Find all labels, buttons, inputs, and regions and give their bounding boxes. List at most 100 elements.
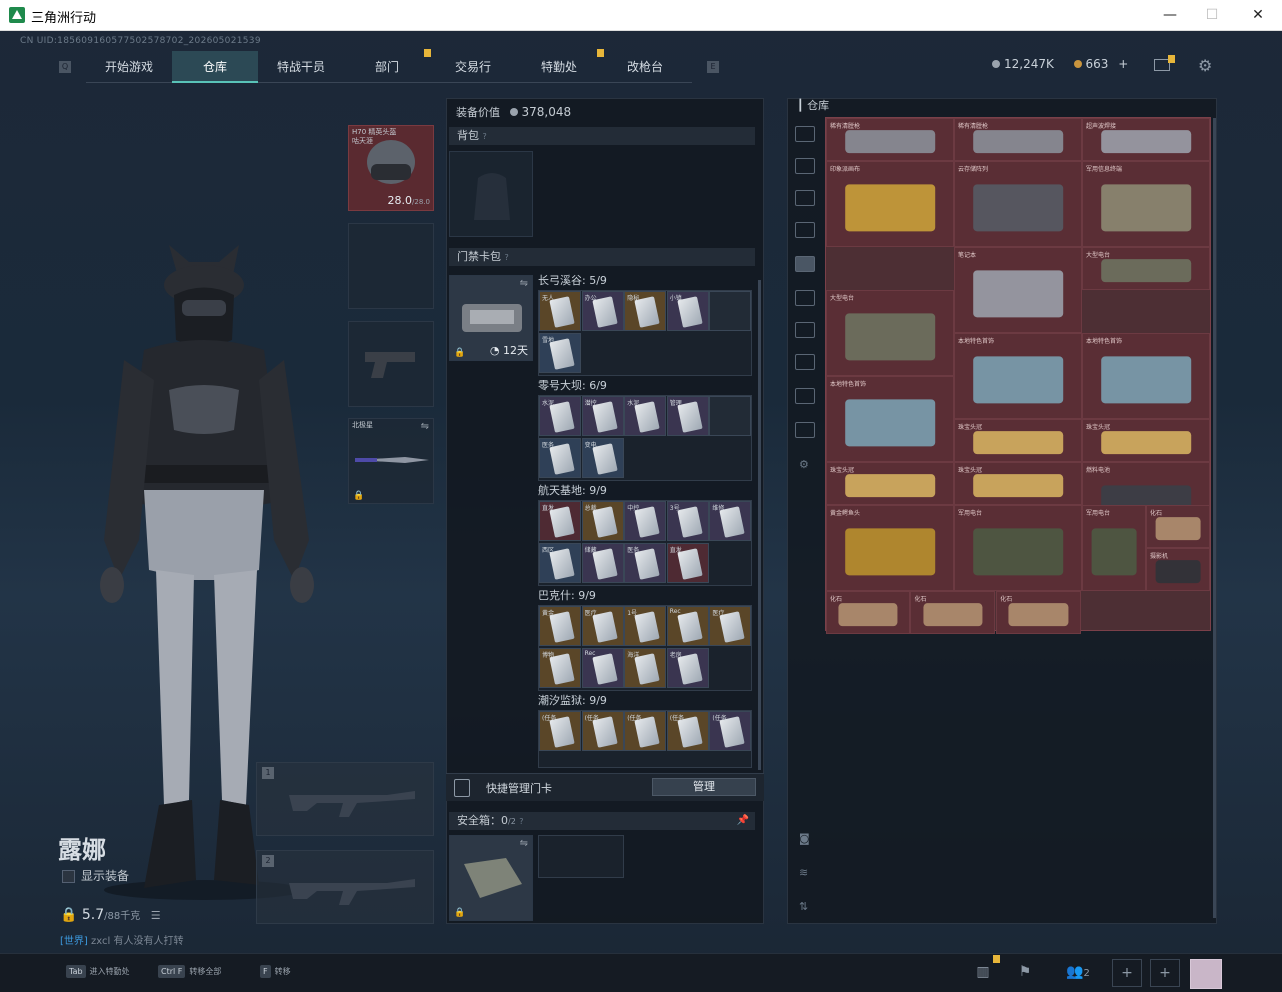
keycard-item[interactable]: 无人 bbox=[539, 291, 581, 331]
flag-icon[interactable]: ⚑ bbox=[1010, 959, 1040, 987]
keycard-item[interactable]: Rec bbox=[666, 606, 709, 646]
keycard-item[interactable]: 医务 bbox=[539, 438, 581, 478]
primary-weapon-slot-1[interactable]: 1 bbox=[256, 762, 434, 836]
helmet-slot[interactable]: H70 精英头盔 咕天涯 28.0/28.0 bbox=[348, 125, 434, 211]
keycard-item[interactable]: Rec bbox=[581, 648, 624, 688]
tab-warehouse[interactable]: 仓库 bbox=[172, 51, 258, 83]
keycard-item[interactable]: 储藏 bbox=[581, 543, 624, 583]
stash-item[interactable]: 珠宝头冠 bbox=[954, 419, 1082, 462]
stash-item[interactable]: 云存储阵列 bbox=[954, 161, 1082, 247]
tab-trade[interactable]: 交易行 bbox=[430, 51, 516, 83]
stash-item[interactable]: 化石 bbox=[910, 591, 995, 634]
keycard-scrollbar[interactable] bbox=[758, 280, 761, 770]
swap-icon[interactable]: ⇋ bbox=[520, 278, 528, 289]
player-avatar[interactable] bbox=[1190, 959, 1222, 989]
melee-slot[interactable]: 北极星 ⇋ 🔒 bbox=[348, 418, 434, 504]
primary-weapon-slot-2[interactable]: 2 bbox=[256, 850, 434, 924]
stash-item[interactable]: 本地特色首饰 bbox=[1082, 333, 1210, 419]
keycard-item[interactable]: 西区 bbox=[539, 543, 581, 583]
keycard-item[interactable]: 医疗 bbox=[581, 606, 624, 646]
weight-list-icon[interactable]: ☰ bbox=[151, 909, 161, 922]
backpack-slot[interactable] bbox=[449, 151, 533, 237]
stash-tab-1-icon[interactable] bbox=[795, 158, 815, 174]
keycard-item[interactable]: 隐秘 bbox=[624, 291, 667, 331]
keycard-item[interactable]: 总裁 bbox=[581, 501, 624, 541]
stash-tab-3-icon[interactable] bbox=[795, 222, 815, 238]
swap-icon[interactable]: ⇋ bbox=[421, 421, 429, 432]
chat-user[interactable]: zxcl bbox=[91, 936, 110, 947]
settings-gear-icon[interactable]: ⚙ bbox=[1198, 56, 1216, 75]
keycard-item[interactable]: 变电 bbox=[581, 438, 624, 478]
keycard-item[interactable]: 维修 bbox=[709, 501, 751, 541]
stash-item[interactable]: 珠宝头冠 bbox=[1082, 419, 1210, 462]
stash-item[interactable]: 化石 bbox=[826, 591, 911, 634]
keycard-item[interactable]: 小镇 bbox=[666, 291, 709, 331]
stash-settings-gear-icon[interactable]: ⚙ bbox=[799, 458, 809, 471]
close-button[interactable]: ✕ bbox=[1238, 4, 1278, 26]
stash-layers-icon[interactable]: ≋ bbox=[799, 866, 808, 879]
keycard-item[interactable]: 黄金 bbox=[539, 606, 581, 646]
swap-icon[interactable]: ⇋ bbox=[520, 838, 528, 849]
keycard-item[interactable]: 1号 bbox=[624, 606, 667, 646]
keycard-item[interactable] bbox=[709, 291, 751, 331]
add-currency-button[interactable]: + bbox=[1118, 57, 1128, 71]
stash-item[interactable]: 印象派画布 bbox=[826, 161, 954, 247]
stash-tab-6-icon[interactable] bbox=[795, 322, 815, 338]
show-equipment-checkbox[interactable] bbox=[62, 870, 75, 883]
stash-item[interactable]: 稀有清膛枪 bbox=[826, 118, 954, 161]
stats-chart-icon[interactable]: ▥ bbox=[968, 959, 998, 987]
stash-tab-5-icon[interactable] bbox=[795, 290, 815, 306]
pistol-slot[interactable] bbox=[348, 321, 434, 407]
keycard-item[interactable]: 水泥 bbox=[624, 396, 667, 436]
keycard-item[interactable]: 中控 bbox=[624, 501, 667, 541]
stash-tab-9-icon[interactable] bbox=[795, 422, 815, 438]
stash-item[interactable]: 珠宝头冠 bbox=[954, 462, 1082, 505]
keycard-item[interactable]: (任务 bbox=[624, 711, 667, 751]
help-icon[interactable]: ? bbox=[505, 253, 509, 262]
keycard-item[interactable]: (任务 bbox=[666, 711, 709, 751]
stash-item[interactable]: 黄金鳄鱼头 bbox=[826, 505, 954, 591]
add-party-slot-button[interactable]: + bbox=[1150, 959, 1180, 987]
add-party-slot-button[interactable]: + bbox=[1112, 959, 1142, 987]
keycard-case-slot[interactable]: ⇋ 🔒 ◔ 12天 bbox=[449, 275, 533, 361]
safebox-grid[interactable] bbox=[538, 835, 624, 878]
keycard-item[interactable]: 管理 bbox=[666, 396, 709, 436]
keycard-item[interactable]: 3号 bbox=[666, 501, 709, 541]
stash-profile-icon[interactable]: ◙ bbox=[799, 832, 810, 845]
stash-sort-icon[interactable]: ⇅ bbox=[799, 900, 808, 913]
stash-item[interactable]: 化石 bbox=[996, 591, 1081, 634]
stash-tab-collectibles-icon[interactable] bbox=[795, 256, 815, 272]
tab-start-game[interactable]: 开始游戏 bbox=[86, 51, 172, 83]
stash-item[interactable]: 稀有清膛枪 bbox=[954, 118, 1082, 161]
manage-keycards-button[interactable]: 管理 bbox=[652, 778, 756, 796]
stash-item[interactable]: 军用电台 bbox=[954, 505, 1082, 591]
keycard-item[interactable]: 直发 bbox=[539, 501, 581, 541]
stash-item[interactable]: 军用电台 bbox=[1082, 505, 1146, 591]
help-icon[interactable]: ? bbox=[483, 132, 487, 141]
armor-slot[interactable] bbox=[348, 223, 434, 309]
stash-tab-7-icon[interactable] bbox=[795, 354, 815, 370]
show-equipment-toggle[interactable]: 显示装备 bbox=[62, 867, 129, 884]
keycard-item[interactable]: 博物 bbox=[539, 648, 581, 688]
chat-channel[interactable]: [世界] bbox=[60, 936, 88, 947]
pin-icon[interactable]: 📌 bbox=[737, 812, 749, 830]
hint-transfer-all[interactable]: Ctrl F 转移全部 bbox=[158, 965, 221, 978]
keycard-item[interactable]: 直发 bbox=[666, 543, 709, 583]
stash-item[interactable]: 珠宝头冠 bbox=[826, 462, 954, 505]
keycard-item[interactable]: 潜控 bbox=[581, 396, 624, 436]
stash-item[interactable]: 大型电台 bbox=[1082, 247, 1210, 290]
keycard-item[interactable]: 海洋 bbox=[624, 648, 667, 688]
hint-transfer[interactable]: F 转移 bbox=[260, 965, 291, 978]
keycard-item[interactable]: 医务 bbox=[624, 543, 667, 583]
stash-item[interactable]: 本地特色首饰 bbox=[826, 376, 954, 462]
help-icon[interactable]: ? bbox=[519, 817, 523, 826]
safebox-slot[interactable]: ⇋ 🔒 bbox=[449, 835, 533, 921]
keycard-item[interactable]: (任务 bbox=[539, 711, 581, 751]
keycard-item[interactable]: 老房 bbox=[666, 648, 709, 688]
keycard-item[interactable] bbox=[709, 396, 751, 436]
keycard-item[interactable]: 水泥 bbox=[539, 396, 581, 436]
keycard-item[interactable]: 医疗 bbox=[709, 606, 751, 646]
keycard-item[interactable]: 雪地 bbox=[539, 333, 581, 373]
stash-scrollbar[interactable] bbox=[1213, 118, 1216, 918]
stash-item[interactable]: 摄影机 bbox=[1146, 548, 1210, 591]
